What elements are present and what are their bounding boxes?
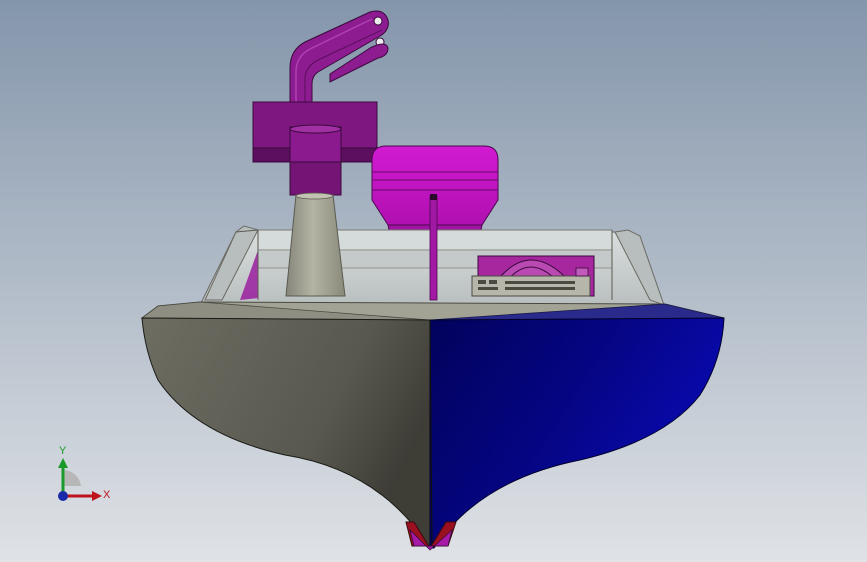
triad-x-label: X [103,489,111,501]
crane-collar[interactable] [289,124,342,196]
triad-z-axis [58,491,68,501]
cad-viewport[interactable]: Y X [0,0,867,562]
antenna-pole[interactable] [429,194,438,301]
control-console[interactable] [471,255,595,297]
cad-scene[interactable]: Y X [0,0,867,562]
triad-y-label: Y [59,445,67,457]
